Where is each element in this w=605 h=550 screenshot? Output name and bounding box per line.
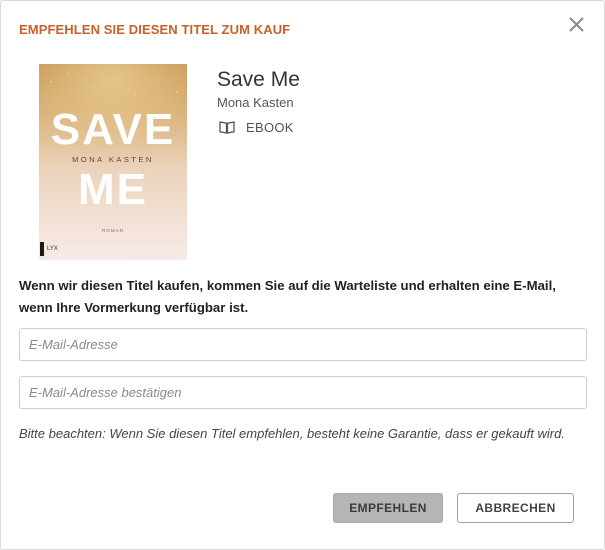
close-icon[interactable] bbox=[567, 15, 587, 35]
email-confirm-field[interactable] bbox=[19, 376, 587, 409]
svg-text:LYX: LYX bbox=[47, 246, 58, 252]
recommend-dialog: EMPFEHLEN SIE DIESEN TITEL ZUM KAUF SAVE… bbox=[0, 0, 605, 550]
format-label: EBOOK bbox=[246, 119, 294, 135]
svg-text:ROMAN: ROMAN bbox=[102, 228, 124, 233]
book-author: Mona Kasten bbox=[217, 95, 294, 110]
book-cover-image: SAVE MONA KASTEN ME ROMAN LYX bbox=[39, 64, 187, 260]
recommend-button[interactable]: EMPFEHLEN bbox=[333, 493, 443, 523]
book-format: EBOOK bbox=[219, 118, 294, 136]
cancel-button[interactable]: ABBRECHEN bbox=[457, 493, 574, 523]
dialog-title: EMPFEHLEN SIE DIESEN TITEL ZUM KAUF bbox=[19, 22, 291, 37]
book-open-icon bbox=[219, 120, 235, 134]
svg-text:ME: ME bbox=[78, 165, 148, 214]
svg-text:SAVE: SAVE bbox=[51, 105, 176, 154]
disclaimer-note: Bitte beachten: Wenn Sie diesen Titel em… bbox=[19, 426, 565, 441]
svg-text:MONA KASTEN: MONA KASTEN bbox=[72, 155, 154, 164]
waitlist-info-text: Wenn wir diesen Titel kaufen, kommen Sie… bbox=[19, 278, 556, 315]
book-title: Save Me bbox=[217, 68, 300, 91]
email-field[interactable] bbox=[19, 328, 587, 361]
